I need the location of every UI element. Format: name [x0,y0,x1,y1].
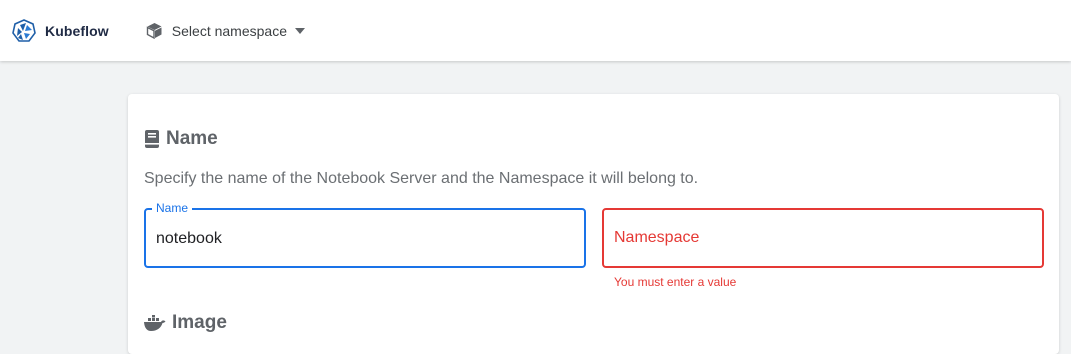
image-section-header: Image [144,312,227,334]
name-section-header: Name [144,128,218,150]
new-notebook-form-card: Name Specify the name of the Notebook Se… [128,94,1059,354]
cube-icon [146,23,162,39]
name-section-title: Name [166,128,218,149]
namespace-placeholder: Namespace [614,229,700,246]
notebook-name-input[interactable] [156,230,556,248]
namespace-selector-label: Select namespace [171,22,287,39]
image-section-title: Image [172,312,227,333]
book-icon [145,130,159,148]
brand-name: Kubeflow [45,22,109,39]
top-bar: Kubeflow Select namespace [0,0,1071,61]
brand[interactable]: Kubeflow [12,18,109,43]
name-field-label: Name [152,201,193,215]
docker-icon [144,315,166,331]
namespace-field[interactable]: Namespace [602,208,1044,268]
name-section-description: Specify the name of the Notebook Server … [144,170,699,187]
namespace-selector[interactable]: Select namespace [146,22,305,39]
namespace-error-message: You must enter a value [614,275,737,289]
kubeflow-logo-icon [12,18,36,42]
notebook-name-field[interactable]: Name [144,201,586,268]
caret-down-icon [294,27,305,34]
